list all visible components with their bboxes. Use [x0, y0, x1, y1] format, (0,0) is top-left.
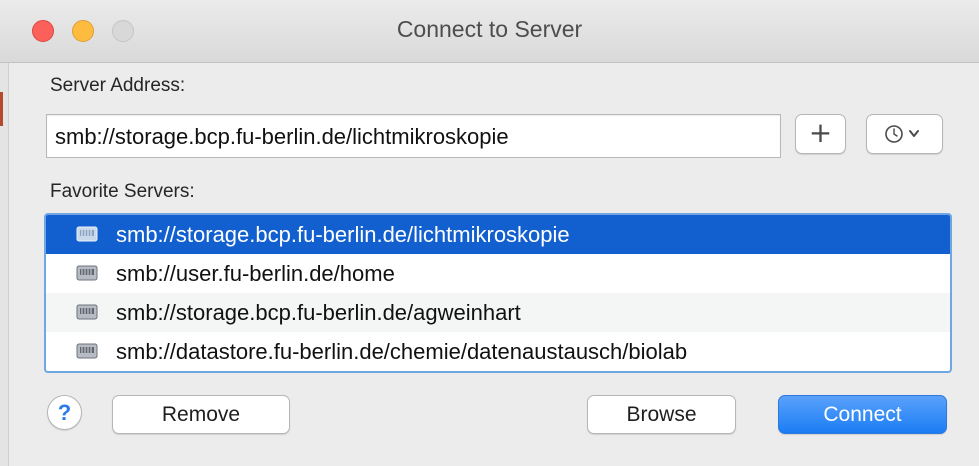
list-item-label: smb://storage.bcp.fu-berlin.de/lichtmikr… [116, 222, 570, 247]
connect-button[interactable]: Connect [778, 395, 947, 434]
network-drive-icon [76, 343, 98, 359]
list-item-label: smb://storage.bcp.fu-berlin.de/agweinhar… [116, 300, 521, 325]
list-item-label: smb://datastore.fu-berlin.de/chemie/date… [116, 339, 688, 364]
list-item[interactable]: smb://datastore.fu-berlin.de/chemie/date… [46, 332, 950, 371]
favorite-servers-label: Favorite Servers: [50, 181, 195, 202]
connect-to-server-window: Connect to Server Server Address: smb://… [0, 0, 979, 466]
server-address-input[interactable]: smb://storage.bcp.fu-berlin.de/lichtmikr… [46, 114, 781, 158]
server-address-label: Server Address: [50, 75, 186, 96]
network-drive-icon [76, 265, 98, 281]
network-drive-icon [76, 304, 98, 320]
title-bar[interactable]: Connect to Server [0, 0, 979, 63]
chevron-down-icon [908, 130, 919, 137]
list-item[interactable]: smb://user.fu-berlin.de/home [46, 254, 950, 293]
remove-button[interactable]: Remove [112, 395, 290, 434]
favorite-servers-list[interactable]: smb://storage.bcp.fu-berlin.de/lichtmikr… [44, 213, 952, 373]
background-window-edge [0, 0, 9, 466]
list-item[interactable]: smb://storage.bcp.fu-berlin.de/lichtmikr… [46, 215, 950, 254]
network-drive-icon [76, 226, 98, 242]
recent-servers-button[interactable] [866, 114, 943, 154]
clock-icon [884, 125, 919, 143]
question-mark-icon: ? [57, 399, 72, 425]
help-button[interactable]: ? [47, 395, 82, 430]
browse-button[interactable]: Browse [587, 395, 736, 434]
list-item-label: smb://user.fu-berlin.de/home [116, 261, 395, 286]
background-window-mark [0, 92, 3, 126]
plus-icon: + [808, 115, 833, 149]
window-title: Connect to Server [396, 16, 583, 42]
list-item[interactable]: smb://storage.bcp.fu-berlin.de/agweinhar… [46, 293, 950, 332]
add-favorite-button[interactable]: + [795, 114, 846, 154]
